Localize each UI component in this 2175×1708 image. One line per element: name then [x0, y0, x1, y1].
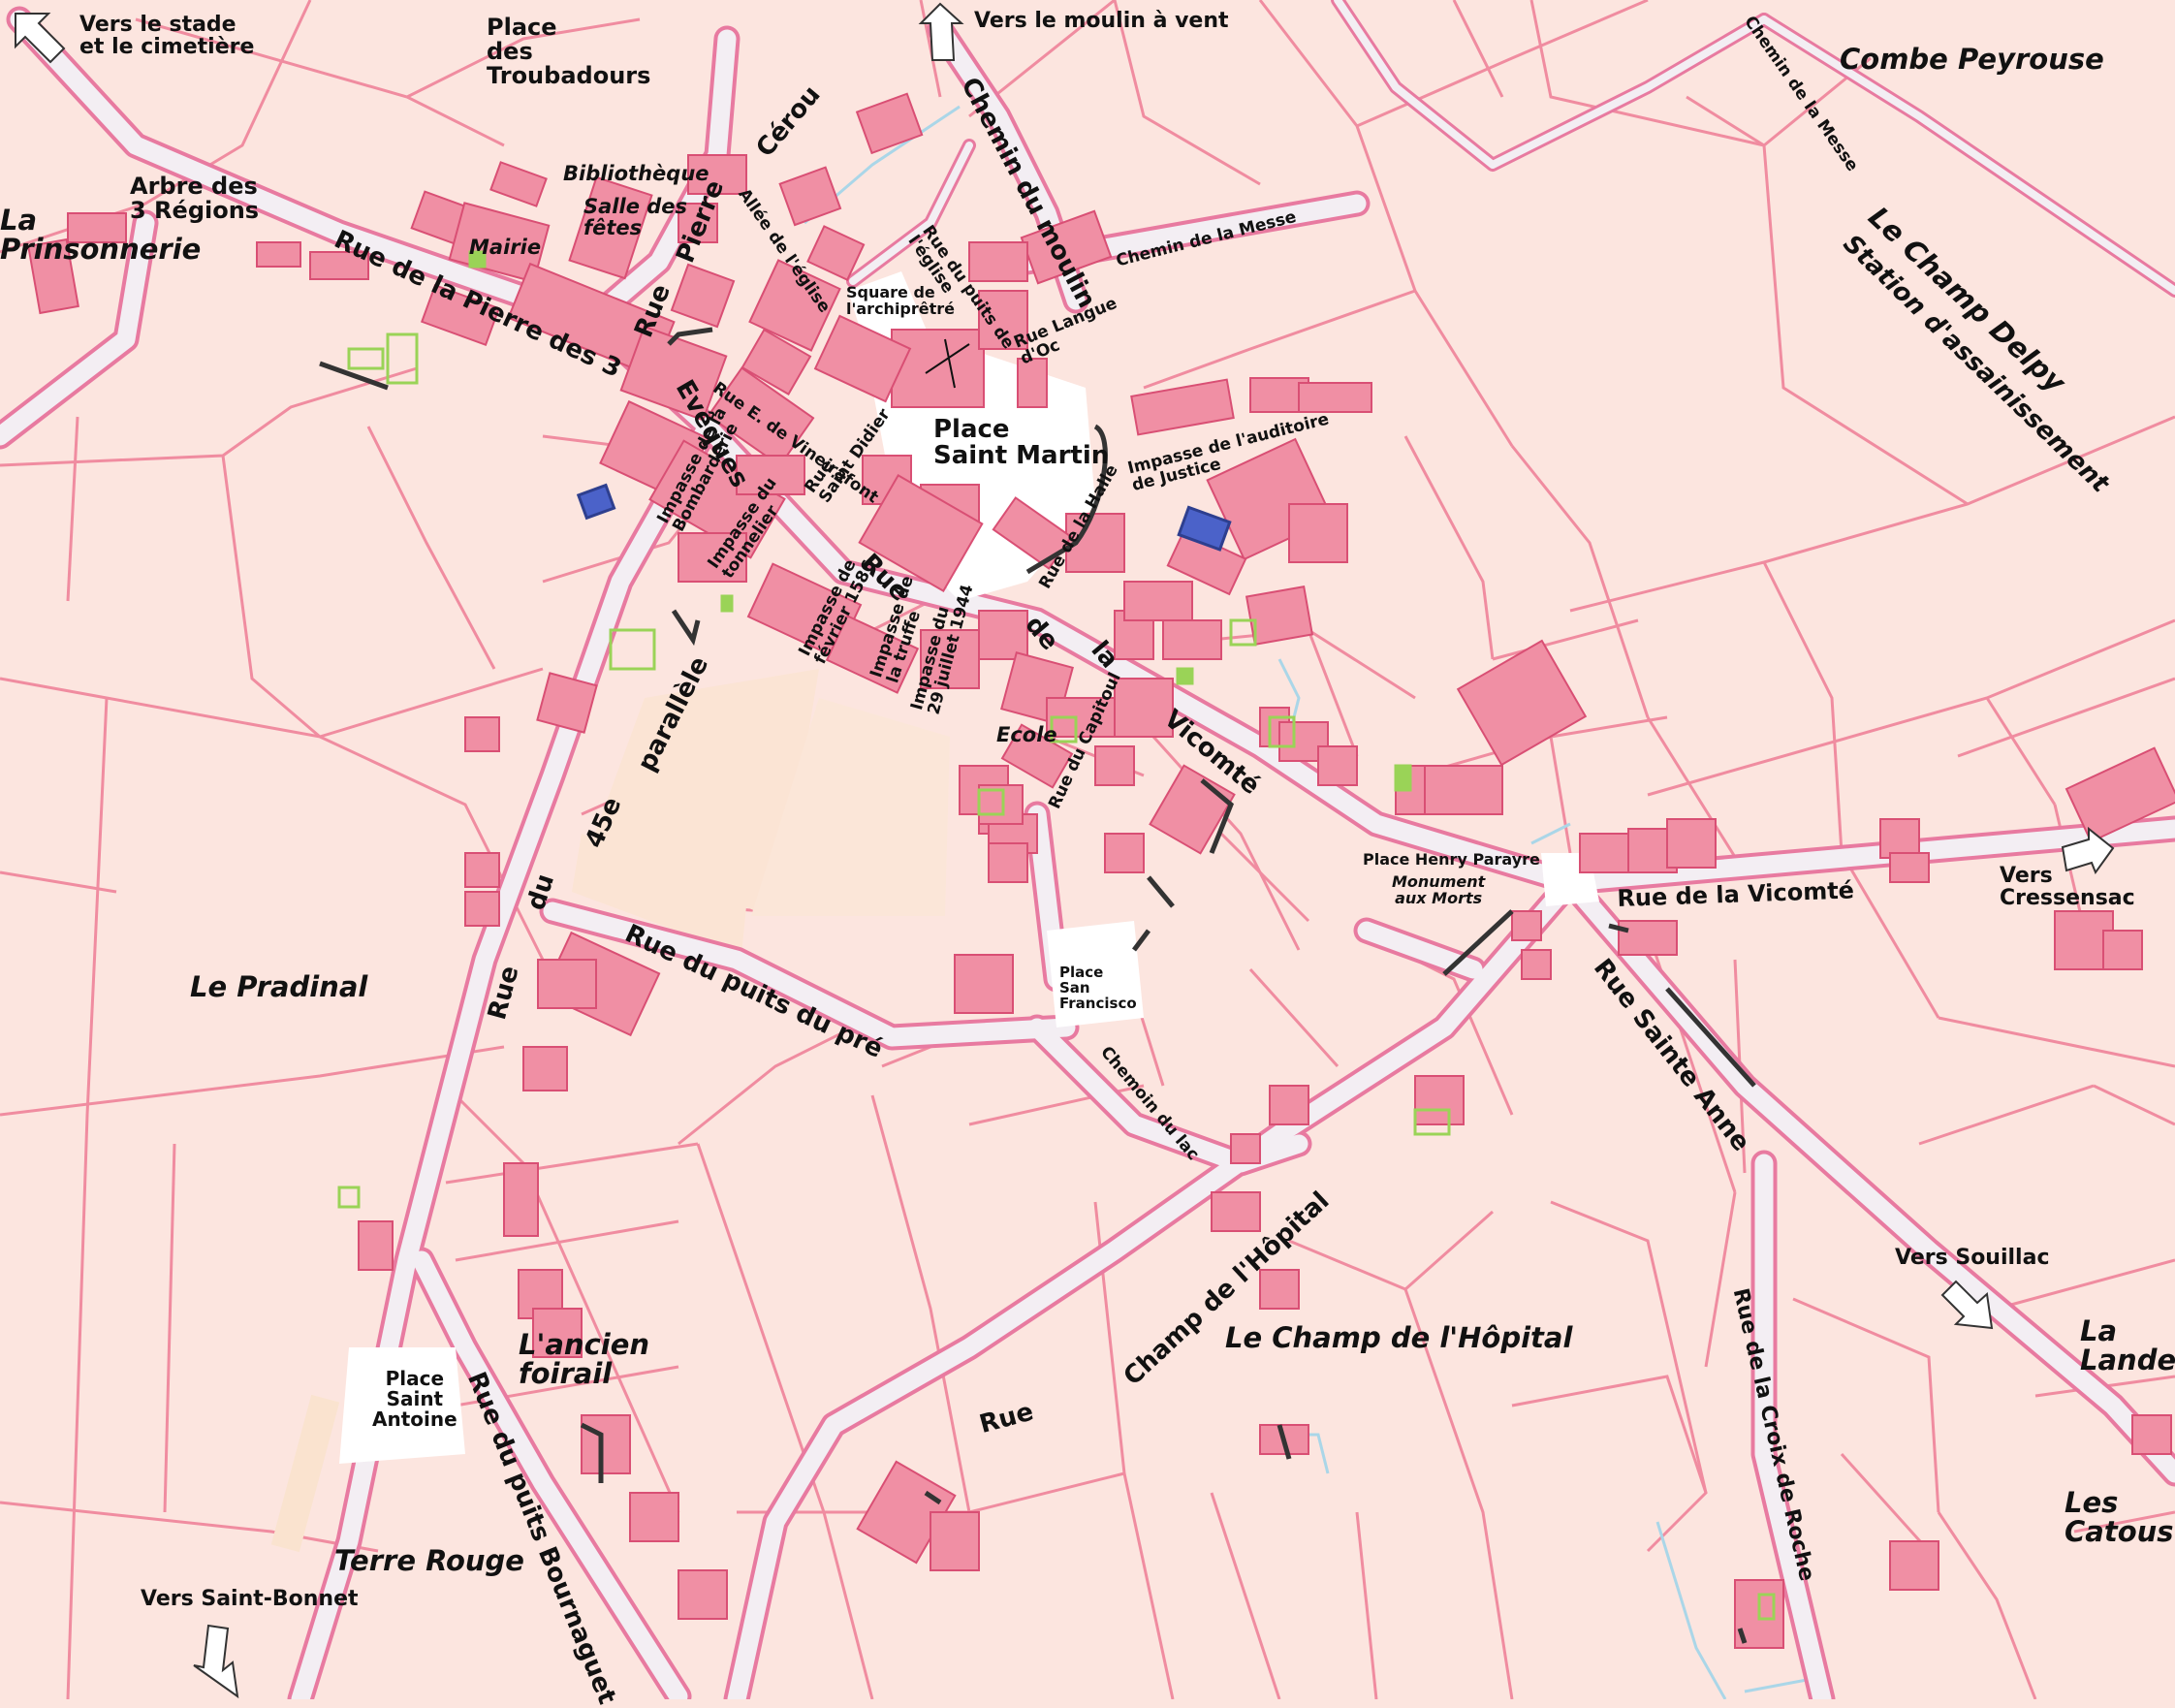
area-combe-peyrouse-label: Combe Peyrouse	[1840, 43, 2104, 76]
place-saint-martin-label: Place Saint Martin	[933, 415, 1110, 471]
chapel-building	[576, 483, 616, 521]
direction-cressensac-label: Vers Cressensac	[2000, 864, 2135, 911]
place-henry-parayre-label: Place Henry Parayre	[1363, 850, 1540, 869]
saint-bonnet-path	[270, 1394, 340, 1553]
village-map[interactable]: Vers le stade et le cimetière Vers le mo…	[0, 0, 2175, 1708]
poi-monument-label: Monument aux Morts	[1392, 872, 1486, 907]
place-san-francisco-label: Place San Francisco	[1059, 964, 1137, 1012]
place-troubadours-label: Place des Troubadours	[487, 14, 651, 90]
direction-souillac-label: Vers Souillac	[1895, 1246, 2050, 1270]
poi-salle-label: Salle des fêtes	[583, 195, 688, 240]
direction-moulin-label: Vers le moulin à vent	[974, 9, 1229, 33]
church-building	[891, 329, 985, 408]
area-ancien-foirail-label: L'ancien foirail	[519, 1328, 650, 1391]
arrow-south-icon	[193, 1624, 239, 1699]
area-les-catous-label: Les Catous	[2065, 1486, 2174, 1549]
area-pradinal-label: Le Pradinal	[190, 970, 368, 1003]
poi-bibliotheque-label: Bibliothèque	[563, 162, 709, 185]
place-arbre-label: Arbre des 3 Régions	[130, 173, 260, 225]
direction-stade-label: Vers le stade et le cimetière	[79, 13, 255, 60]
area-la-lande-label: La Lande	[2080, 1314, 2175, 1377]
area-terre-rouge-label: Terre Rouge	[334, 1544, 524, 1577]
poi-mairie-label: Mairie	[469, 236, 542, 259]
poi-ecole-label: Ecole	[996, 723, 1057, 746]
place-saint-antoine-label: Place Saint Antoine	[372, 1367, 457, 1431]
area-champ-hopital-label: Le Champ de l'Hôpital	[1225, 1321, 1573, 1354]
direction-saint-bonnet-label: Vers Saint-Bonnet	[141, 1587, 359, 1611]
